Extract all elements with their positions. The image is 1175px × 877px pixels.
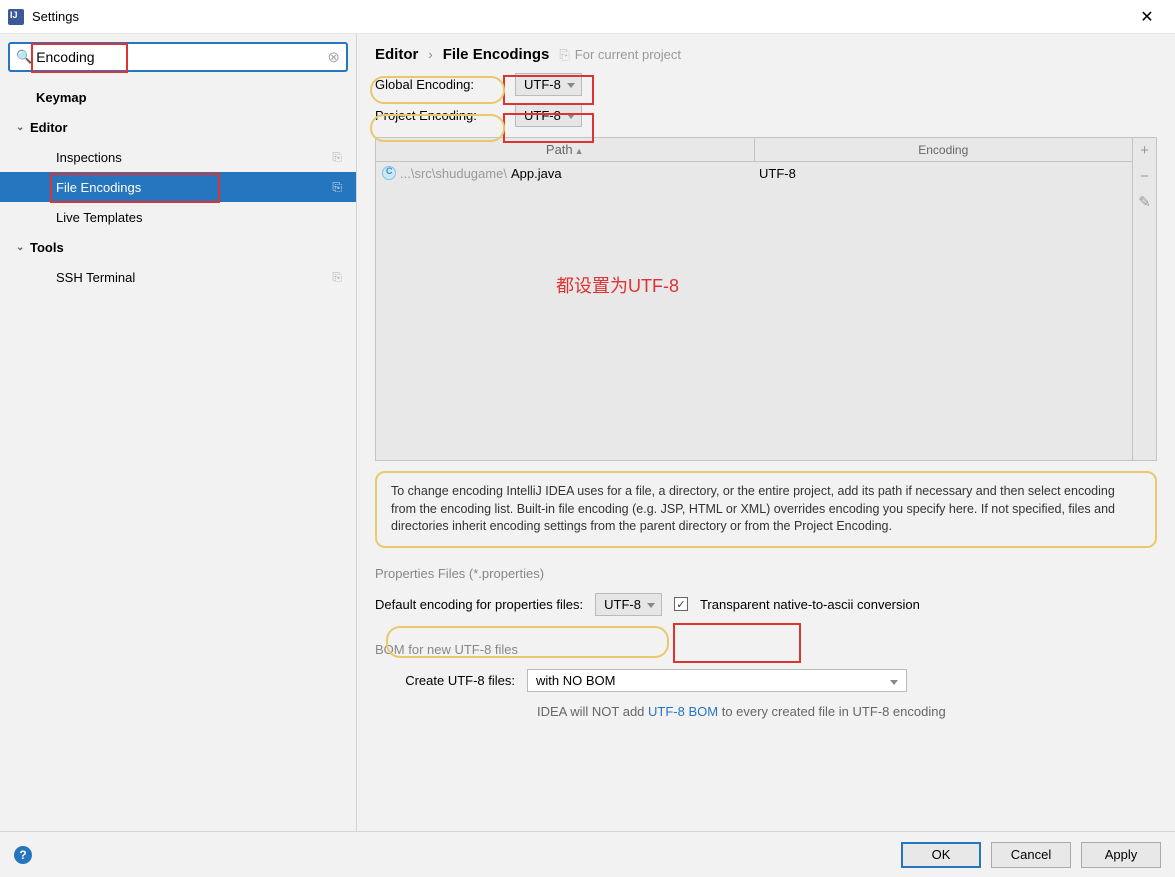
project-scope-icon: ⎘ (332, 270, 342, 285)
crumb-editor[interactable]: Editor (375, 46, 418, 63)
class-file-icon (382, 166, 396, 180)
project-scope-icon: ⎘ (559, 47, 569, 63)
search-box[interactable]: 🔍 ⊗ (8, 42, 348, 72)
chevron-down-icon: ⌄ (16, 122, 30, 133)
col-path[interactable]: Path▲ (376, 138, 755, 161)
chevron-right-icon: › (428, 47, 432, 62)
properties-encoding-label: Default encoding for properties files: (375, 597, 583, 612)
bom-section-title: BOM for new UTF-8 files (357, 624, 1175, 661)
tree-ssh-terminal[interactable]: SSH Terminal⎘ (0, 262, 356, 292)
add-icon[interactable]: + (1140, 138, 1149, 164)
title-bar: Settings ✕ (0, 0, 1175, 34)
info-box: To change encoding IntelliJ IDEA uses fo… (375, 471, 1157, 548)
tree-file-encodings[interactable]: File Encodings⎘ (0, 172, 356, 202)
crumb-file-encodings: File Encodings (443, 46, 550, 63)
properties-section-title: Properties Files (*.properties) (357, 548, 1175, 585)
settings-tree: Keymap ⌄Editor Inspections⎘ File Encodin… (0, 80, 356, 831)
bom-note: IDEA will NOT add UTF-8 BOM to every cre… (357, 700, 1175, 719)
apply-button[interactable]: Apply (1081, 842, 1161, 868)
row-encoding: UTF-8 (755, 166, 1132, 181)
bom-label: Create UTF-8 files: (375, 673, 515, 688)
tree-keymap[interactable]: Keymap (0, 82, 356, 112)
encoding-table: Path▲ Encoding ...\src\shudugame\ App.jav… (375, 137, 1157, 461)
properties-encoding-select[interactable]: UTF-8 (595, 593, 662, 616)
close-icon[interactable]: ✕ (1127, 7, 1167, 27)
table-toolbar: + − ✎ (1132, 138, 1156, 460)
project-encoding-select[interactable]: UTF-8 (515, 104, 582, 127)
project-encoding-label: Project Encoding: (375, 108, 505, 123)
col-encoding[interactable]: Encoding (755, 138, 1133, 161)
search-icon: 🔍 (16, 49, 32, 65)
search-input[interactable] (36, 49, 327, 65)
footer: ? OK Cancel Apply (0, 831, 1175, 877)
file-name: App.java (511, 166, 562, 181)
window-title: Settings (32, 9, 1127, 24)
global-encoding-select[interactable]: UTF-8 (515, 73, 582, 96)
tree-live-templates[interactable]: Live Templates (0, 202, 356, 232)
sidebar: 🔍 ⊗ Keymap ⌄Editor Inspections⎘ File Enc… (0, 34, 357, 831)
help-icon[interactable]: ? (14, 846, 32, 864)
path-prefix: ...\src\shudugame\ (400, 166, 507, 181)
sort-asc-icon: ▲ (575, 146, 584, 156)
chevron-down-icon: ⌄ (16, 242, 30, 253)
global-encoding-label: Global Encoding: (375, 77, 505, 92)
project-scope-icon: ⎘ (332, 150, 342, 165)
scope-label: ⎘For current project (559, 47, 681, 63)
project-scope-icon: ⎘ (332, 180, 342, 195)
bom-link[interactable]: UTF-8 BOM (648, 704, 718, 719)
table-row[interactable]: ...\src\shudugame\ App.java UTF-8 (376, 162, 1132, 184)
bom-select[interactable]: with NO BOM (527, 669, 907, 692)
edit-icon[interactable]: ✎ (1138, 190, 1151, 216)
breadcrumb: Editor › File Encodings ⎘For current pro… (357, 34, 1175, 69)
transparent-ascii-label: Transparent native-to-ascii conversion (700, 597, 920, 612)
app-icon (8, 9, 24, 25)
tree-tools[interactable]: ⌄Tools (0, 232, 356, 262)
ok-button[interactable]: OK (901, 842, 981, 868)
transparent-ascii-checkbox[interactable]: ✓ (674, 597, 688, 611)
tree-editor[interactable]: ⌄Editor (0, 112, 356, 142)
content-area: Editor › File Encodings ⎘For current pro… (357, 34, 1175, 831)
cancel-button[interactable]: Cancel (991, 842, 1071, 868)
annotation-text: 都设置为UTF-8 (556, 272, 679, 298)
clear-search-icon[interactable]: ⊗ (327, 48, 340, 66)
remove-icon[interactable]: − (1140, 164, 1149, 190)
tree-inspections[interactable]: Inspections⎘ (0, 142, 356, 172)
